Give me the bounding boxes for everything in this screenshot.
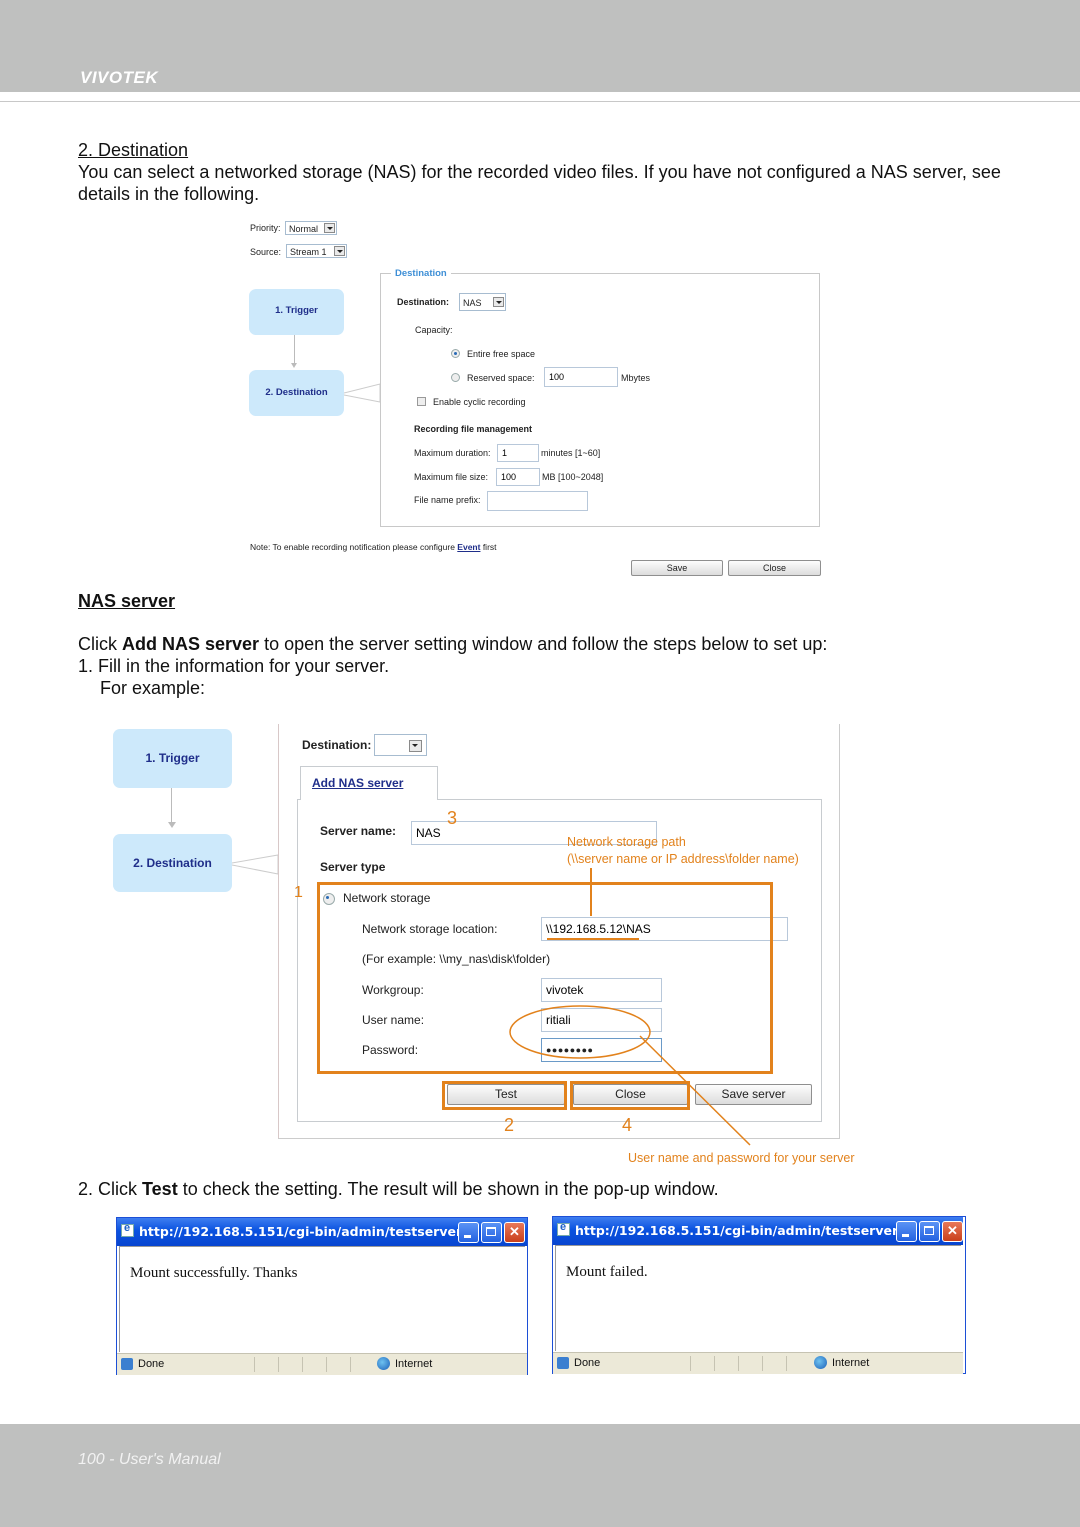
server-name-label: Server name: <box>320 824 397 838</box>
page-number: 100 - User's Manual <box>78 1451 221 1468</box>
annotation-path-title: Network storage path <box>567 835 686 849</box>
ie-done-icon <box>121 1358 133 1370</box>
status-zone: Internet <box>832 1357 870 1369</box>
popup-message: Mount failed. <box>566 1264 648 1280</box>
step2-suffix: to check the setting. The result will be… <box>177 1179 719 1199</box>
ie-page-icon <box>557 1221 570 1236</box>
annotation-line-path <box>590 868 592 916</box>
destination-select[interactable] <box>374 734 427 756</box>
popup-content: Mount failed. <box>555 1245 961 1351</box>
popup-title: http://192.168.5.151/cgi-bin/admin/tests… <box>139 1224 475 1239</box>
popup-success: http://192.168.5.151/cgi-bin/admin/tests… <box>116 1217 528 1375</box>
server-type-label: Server type <box>320 860 386 874</box>
arrow-down-icon <box>168 822 176 828</box>
globe-icon <box>377 1357 390 1370</box>
ie-page-icon <box>121 1222 134 1237</box>
popup-titlebar[interactable]: http://192.168.5.151/cgi-bin/admin/tests… <box>553 1217 963 1245</box>
globe-icon <box>814 1356 827 1369</box>
annotation-underline-path <box>547 938 639 940</box>
popup-content: Mount successfully. Thanks <box>119 1246 525 1352</box>
panel-right-border <box>839 724 840 1138</box>
minimize-icon[interactable] <box>896 1221 917 1242</box>
annotation-number-3: 3 <box>447 808 458 828</box>
destination-label: Destination: <box>302 738 372 752</box>
step2-bold: Test <box>142 1179 178 1199</box>
maximize-icon[interactable] <box>919 1221 940 1242</box>
annotation-number-1: 1 <box>294 884 303 901</box>
annotation-path-format: (\\server name or IP address\folder name… <box>567 852 799 866</box>
screenshot-add-nas-server: 1. Trigger 2. Destination Destination: A… <box>0 0 1080 1200</box>
ie-done-icon <box>557 1357 569 1369</box>
minimize-icon[interactable] <box>458 1222 479 1243</box>
annotation-credentials-ellipse <box>509 1005 751 1146</box>
status-done: Done <box>138 1358 165 1370</box>
step-trigger[interactable]: 1. Trigger <box>113 729 232 788</box>
page-footer: 100 - User's Manual <box>0 1424 1080 1527</box>
annotation-credentials-note: User name and password for your server <box>628 1151 855 1165</box>
popup-failed: http://192.168.5.151/cgi-bin/admin/tests… <box>552 1216 966 1374</box>
status-bar: Done Internet <box>117 1353 527 1375</box>
status-bar: Done Internet <box>553 1352 963 1374</box>
status-zone: Internet <box>395 1358 433 1370</box>
popup-message: Mount successfully. Thanks <box>130 1265 298 1281</box>
maximize-icon[interactable] <box>481 1222 502 1243</box>
tab-label: Add NAS server <box>312 776 404 790</box>
status-done: Done <box>574 1357 601 1369</box>
panel-left-border <box>278 724 279 1138</box>
chevron-down-icon <box>409 740 422 752</box>
callout-connector <box>232 854 279 875</box>
close-icon[interactable] <box>504 1222 525 1243</box>
step2-prefix: 2. Click <box>78 1179 143 1199</box>
popup-title: http://192.168.5.151/cgi-bin/admin/tests… <box>575 1223 911 1238</box>
close-icon[interactable] <box>942 1221 963 1242</box>
step-destination[interactable]: 2. Destination <box>113 834 232 892</box>
tab-add-nas-server[interactable]: Add NAS server <box>300 766 438 800</box>
step-connector <box>171 788 172 824</box>
popup-titlebar[interactable]: http://192.168.5.151/cgi-bin/admin/tests… <box>117 1218 527 1246</box>
step2-text: 2. Click Test to check the setting. The … <box>78 1178 719 1200</box>
